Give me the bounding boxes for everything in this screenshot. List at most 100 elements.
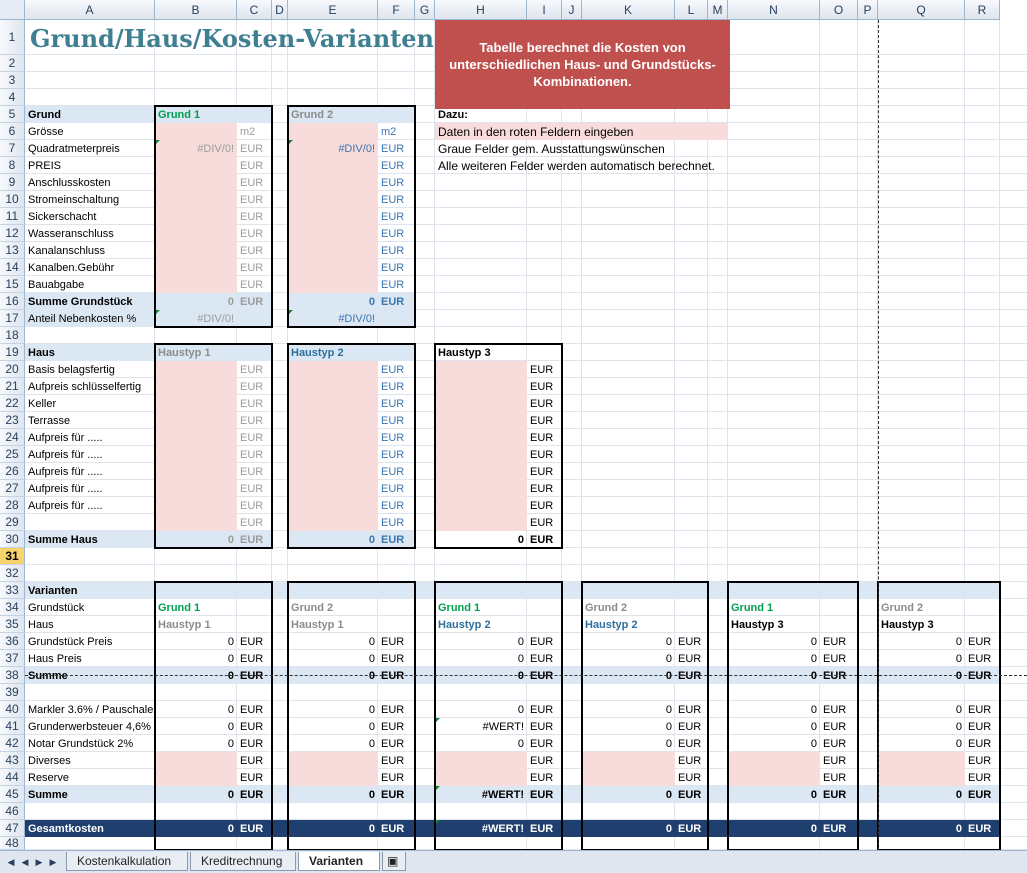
grund1-input-cell[interactable]	[155, 242, 237, 259]
variant-value[interactable]: 0	[878, 650, 965, 667]
grund2-ratio[interactable]: #DIV/0!	[288, 310, 378, 327]
row-header[interactable]: 43	[0, 752, 25, 769]
haus3-input-cell[interactable]	[435, 378, 527, 395]
row-header[interactable]: 4	[0, 89, 25, 106]
grund1-sum[interactable]: 0	[155, 293, 237, 310]
haus2-input-cell[interactable]	[288, 429, 378, 446]
variant-input-cell[interactable]	[728, 752, 820, 769]
variant-value[interactable]: 0	[155, 701, 237, 718]
row-header[interactable]: 16	[0, 293, 25, 310]
variant-input-cell[interactable]	[288, 752, 378, 769]
variant-input-cell[interactable]	[878, 769, 965, 786]
next-sheet-icon[interactable]: ▶	[34, 855, 44, 869]
row-header[interactable]: 18	[0, 327, 25, 344]
variant-value[interactable]: 0	[728, 735, 820, 752]
column-header[interactable]: K	[582, 0, 675, 20]
variant-input-cell[interactable]	[155, 769, 237, 786]
variant-value[interactable]: 0	[582, 735, 675, 752]
haus1-input-cell[interactable]	[155, 480, 237, 497]
variant-value[interactable]: 0	[155, 820, 237, 837]
variant-value[interactable]: 0	[155, 718, 237, 735]
row-header[interactable]: 47	[0, 820, 25, 837]
grund2-input-cell[interactable]	[288, 259, 378, 276]
variant-value[interactable]: 0	[728, 650, 820, 667]
variant-value[interactable]: 0	[288, 701, 378, 718]
row-header[interactable]: 13	[0, 242, 25, 259]
grund1-input-cell[interactable]	[155, 174, 237, 191]
row-header[interactable]: 20	[0, 361, 25, 378]
row-header[interactable]: 32	[0, 565, 25, 582]
column-header[interactable]: R	[965, 0, 1000, 20]
variant-value[interactable]: 0	[582, 633, 675, 650]
grund2-sqm-price[interactable]: #DIV/0!	[288, 140, 378, 157]
variant-input-cell[interactable]	[435, 752, 527, 769]
column-header[interactable]: A	[25, 0, 155, 20]
grund2-input-cell[interactable]	[288, 157, 378, 174]
row-header[interactable]: 15	[0, 276, 25, 293]
variant-input-cell[interactable]	[288, 769, 378, 786]
variant-value[interactable]: 0	[435, 633, 527, 650]
row-header[interactable]: 29	[0, 514, 25, 531]
variant-input-cell[interactable]	[878, 752, 965, 769]
row-header[interactable]: 30	[0, 531, 25, 548]
haus2-input-cell[interactable]	[288, 361, 378, 378]
variant-value[interactable]: 0	[878, 701, 965, 718]
variant-value[interactable]: 0	[288, 786, 378, 803]
insert-sheet-icon[interactable]: ▣	[382, 852, 406, 871]
first-sheet-icon[interactable]: ◀	[6, 855, 16, 869]
row-header[interactable]: 33	[0, 582, 25, 599]
haus1-sum[interactable]: 0	[155, 531, 237, 548]
row-header[interactable]: 44	[0, 769, 25, 786]
row-header[interactable]: 27	[0, 480, 25, 497]
variant-value[interactable]: 0	[582, 786, 675, 803]
variant-value[interactable]: 0	[878, 718, 965, 735]
grund2-input-cell[interactable]	[288, 123, 378, 140]
variant-value[interactable]: 0	[155, 650, 237, 667]
variant-value[interactable]: 0	[155, 735, 237, 752]
column-header[interactable]: M	[708, 0, 728, 20]
grund2-input-cell[interactable]	[288, 276, 378, 293]
row-header[interactable]: 14	[0, 259, 25, 276]
column-header[interactable]: I	[527, 0, 562, 20]
variant-value[interactable]: 0	[878, 820, 965, 837]
row-header[interactable]: 39	[0, 684, 25, 701]
haus2-input-cell[interactable]	[288, 514, 378, 531]
row-header[interactable]: 38	[0, 667, 25, 684]
haus3-input-cell[interactable]	[435, 446, 527, 463]
variant-input-cell[interactable]	[155, 752, 237, 769]
row-header[interactable]: 5	[0, 106, 25, 123]
grund2-input-cell[interactable]	[288, 208, 378, 225]
variant-value[interactable]: 0	[435, 701, 527, 718]
row-header[interactable]: 25	[0, 446, 25, 463]
row-header[interactable]: 6	[0, 123, 25, 140]
haus2-input-cell[interactable]	[288, 497, 378, 514]
tab-kreditrechnung[interactable]: Kreditrechnung	[190, 852, 296, 871]
variant-value[interactable]: 0	[288, 735, 378, 752]
haus3-input-cell[interactable]	[435, 497, 527, 514]
variant-value[interactable]: 0	[728, 786, 820, 803]
haus2-input-cell[interactable]	[288, 378, 378, 395]
row-header[interactable]: 41	[0, 718, 25, 735]
variant-value[interactable]: #WERT!	[435, 820, 527, 837]
variant-value[interactable]: #WERT!	[435, 786, 527, 803]
variant-value[interactable]: 0	[582, 718, 675, 735]
grund1-input-cell[interactable]	[155, 259, 237, 276]
haus3-input-cell[interactable]	[435, 480, 527, 497]
row-header[interactable]: 34	[0, 599, 25, 616]
tab-varianten[interactable]: Varianten	[298, 852, 380, 871]
variant-value[interactable]: 0	[728, 701, 820, 718]
variant-value[interactable]: 0	[878, 735, 965, 752]
haus3-input-cell[interactable]	[435, 412, 527, 429]
variant-value[interactable]: 0	[728, 718, 820, 735]
haus2-input-cell[interactable]	[288, 412, 378, 429]
variant-value[interactable]: 0	[582, 820, 675, 837]
grund1-sqm-price[interactable]: #DIV/0!	[155, 140, 237, 157]
row-header[interactable]: 31	[0, 548, 25, 565]
column-header[interactable]: Q	[878, 0, 965, 20]
variant-value[interactable]: 0	[288, 650, 378, 667]
variant-value[interactable]: 0	[155, 786, 237, 803]
column-header[interactable]: F	[378, 0, 415, 20]
column-header[interactable]: N	[728, 0, 820, 20]
haus1-input-cell[interactable]	[155, 361, 237, 378]
row-header[interactable]: 21	[0, 378, 25, 395]
